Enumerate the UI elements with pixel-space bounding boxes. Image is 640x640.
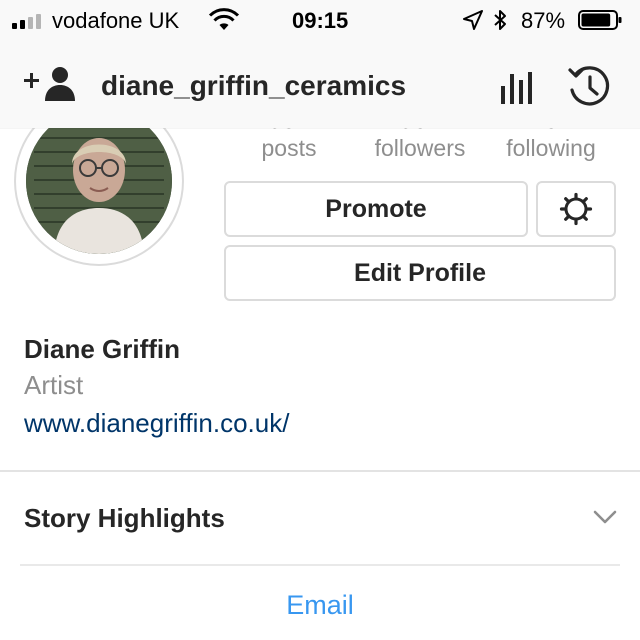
gear-icon (559, 192, 593, 226)
profile-nav-bar: diane_griffin_ceramics (0, 44, 640, 128)
settings-button[interactable] (536, 181, 616, 237)
status-time: 09:15 (292, 8, 349, 33)
edit-profile-button[interactable]: Edit Profile (224, 245, 616, 301)
archive-icon[interactable] (566, 64, 614, 110)
battery-icon (578, 10, 622, 30)
followers-label[interactable]: followers (355, 135, 485, 162)
section-divider (20, 564, 620, 566)
profile-username: diane_griffin_ceramics (101, 70, 407, 101)
following-label[interactable]: following (486, 135, 616, 162)
profile-category: Artist (24, 370, 84, 400)
profile-display-name: Diane Griffin (24, 334, 181, 364)
chevron-down-icon[interactable] (592, 508, 618, 526)
posts-label[interactable]: posts (224, 135, 354, 162)
wifi-icon (208, 8, 240, 30)
avatar-portrait-image (26, 108, 172, 254)
profile-website-link[interactable]: www.dianegriffin.co.uk/ (24, 408, 289, 439)
section-divider (0, 470, 640, 472)
bluetooth-icon (494, 10, 506, 30)
story-highlights-title[interactable]: Story Highlights (24, 503, 225, 534)
battery-percentage: 87% (521, 8, 566, 33)
avatar[interactable] (26, 108, 172, 254)
email-contact-button[interactable]: Email (0, 590, 640, 621)
promote-button[interactable]: Promote (224, 181, 528, 237)
signal-strength-icon (12, 13, 46, 29)
insights-icon[interactable] (496, 68, 536, 108)
location-arrow-icon (463, 10, 483, 30)
carrier-name: vodafone UK (52, 8, 180, 33)
add-user-icon[interactable] (24, 66, 76, 102)
status-bar: vodafone UK 09:15 87% (0, 0, 640, 44)
